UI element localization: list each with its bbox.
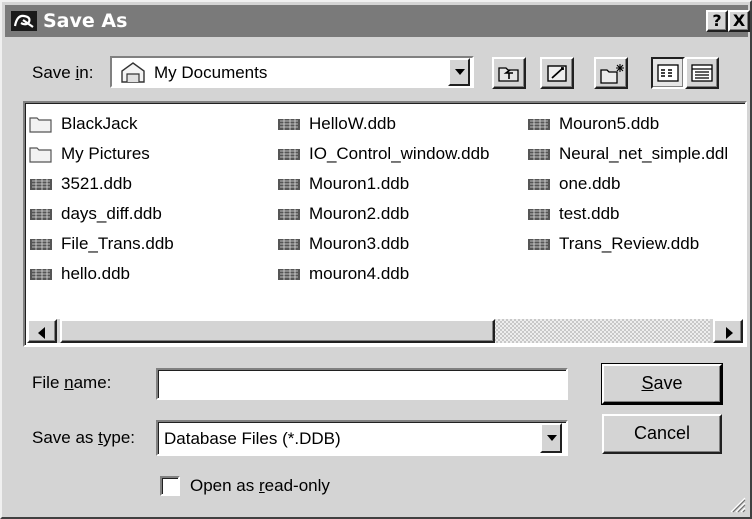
arrow-right-icon (726, 327, 733, 339)
resize-grip-icon[interactable] (728, 495, 746, 513)
ddb-file-icon (30, 239, 52, 250)
file-name: HelloW.ddb (309, 114, 396, 133)
ddb-file-icon (528, 119, 550, 130)
desktop-button[interactable] (540, 57, 574, 89)
open-read-only-label[interactable]: Open as read-only (190, 475, 330, 497)
save-in-dropdown-button[interactable] (448, 58, 470, 86)
new-folder-button[interactable] (594, 57, 628, 89)
cancel-button[interactable]: Cancel (602, 414, 722, 454)
save-in-label: Save in: (32, 62, 93, 84)
file-name: File_Trans.ddb (61, 234, 174, 253)
save-in-label-part: n: (79, 63, 94, 82)
my-documents-icon (121, 62, 145, 83)
file-name: BlackJack (61, 114, 138, 133)
save-button-accel: S (641, 373, 654, 393)
file-name-label-part: ame: (73, 373, 112, 392)
save-button[interactable]: Save (601, 363, 723, 405)
file-name: Mouron1.ddb (309, 174, 410, 193)
open-read-only-checkbox[interactable] (160, 476, 180, 496)
file-name: hello.ddb (61, 264, 131, 283)
save-as-type-dropdown[interactable]: Database Files (*.DDB) (156, 420, 568, 456)
save-button-label: ave (653, 373, 683, 393)
file-name: one.ddb (559, 174, 621, 193)
ddb-file-icon (528, 149, 550, 160)
file-name-label-accel: n (64, 373, 74, 392)
ddb-file-icon (278, 239, 300, 250)
dialog-title: Save As (43, 10, 128, 32)
file-name: test.ddb (559, 204, 620, 223)
up-one-level-button[interactable] (492, 57, 526, 89)
file-name: Neural_net_simple.ddl (559, 144, 729, 163)
file-name-label: File name: (32, 372, 111, 394)
ddb-file-icon (528, 209, 550, 220)
ddb-file-icon (278, 209, 300, 220)
folder-icon (29, 117, 52, 133)
file-name-label-part: File (32, 373, 65, 392)
scroll-thumb[interactable] (60, 319, 495, 343)
list-view-button[interactable] (651, 57, 685, 89)
save-in-value: My Documents (154, 63, 268, 82)
close-icon: X (732, 11, 746, 30)
read-only-label-part: Open as (190, 476, 259, 495)
save-as-type-value: Database Files (*.DDB) (164, 429, 341, 448)
ddb-file-icon (528, 239, 550, 250)
ddb-file-icon (278, 179, 300, 190)
file-name-input[interactable] (156, 368, 568, 400)
list-view-icon (657, 64, 679, 82)
scroll-right-button[interactable] (713, 319, 743, 343)
scroll-left-button[interactable] (27, 319, 57, 343)
ddb-file-icon (278, 119, 300, 130)
chevron-down-icon (547, 435, 557, 441)
help-icon: ? (712, 11, 722, 30)
file-name: mouron4.ddb (309, 264, 410, 283)
save-as-type-dropdown-button[interactable] (540, 423, 562, 453)
horizontal-scrollbar[interactable] (27, 319, 743, 343)
close-button[interactable]: X (728, 10, 750, 32)
desktop-icon (547, 65, 567, 82)
ddb-file-icon (528, 179, 550, 190)
arrow-left-icon (38, 327, 45, 339)
up-one-level-icon (498, 67, 519, 82)
folder-icon (29, 147, 52, 163)
chevron-down-icon (455, 69, 465, 75)
file-name: Trans_Review.ddb (559, 234, 700, 253)
save-as-type-label: Save as type: (32, 427, 135, 449)
new-folder-icon (600, 64, 624, 84)
ddb-file-icon (278, 149, 300, 160)
save-in-label-part: Save (32, 63, 76, 82)
ddb-file-icon (278, 269, 300, 280)
title-bar[interactable]: Save As ? X (5, 5, 750, 37)
file-name: My Pictures (61, 144, 150, 163)
ddb-file-icon (30, 179, 52, 190)
file-name: Mouron2.ddb (309, 204, 410, 223)
save-as-dialog: Save As ? X Save in: My Documents BlackJ… (0, 0, 752, 519)
file-name: 3521.ddb (61, 174, 132, 193)
file-list[interactable]: BlackJack My Pictures 3521.ddb days_diff… (23, 101, 747, 347)
file-name: IO_Control_window.ddb (309, 144, 490, 163)
ddb-file-icon (30, 209, 52, 220)
help-button[interactable]: ? (706, 10, 728, 32)
ddb-file-icon (30, 269, 52, 280)
details-view-icon (691, 64, 713, 82)
details-view-button[interactable] (685, 57, 719, 89)
read-only-label-part: ead-only (264, 476, 330, 495)
file-name: days_diff.ddb (61, 204, 162, 223)
save-in-dropdown[interactable]: My Documents (110, 56, 474, 88)
app-icon (11, 11, 37, 31)
save-as-type-label-part: ype: (102, 428, 136, 447)
file-name: Mouron5.ddb (559, 114, 660, 133)
save-as-type-label-part: Save as (32, 428, 99, 447)
file-name: Mouron3.ddb (309, 234, 410, 253)
